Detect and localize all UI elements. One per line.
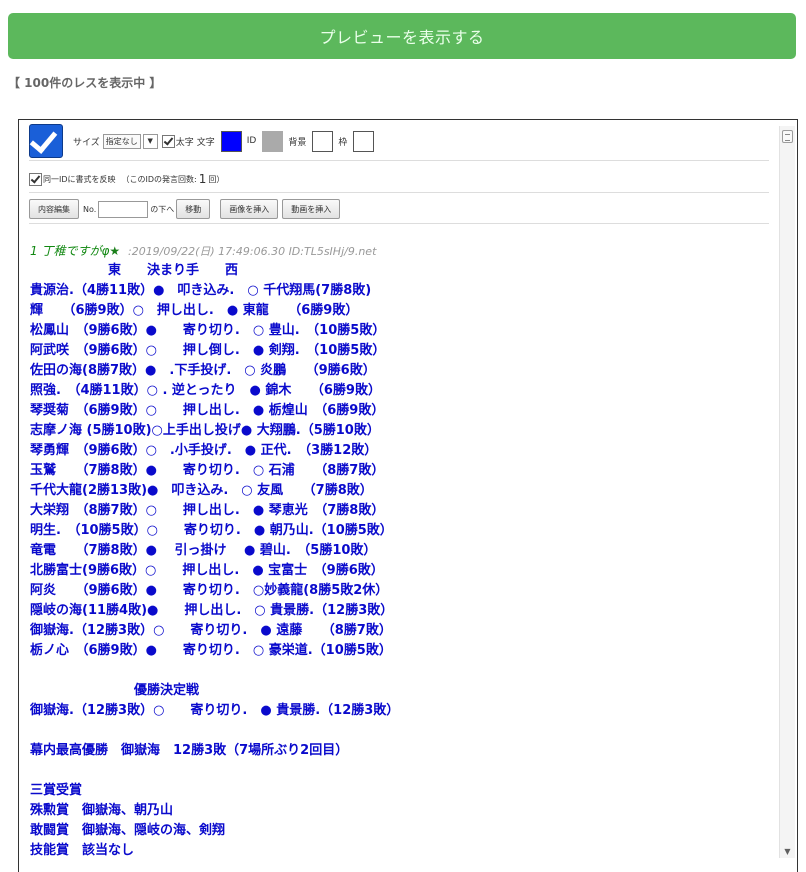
- bg-color-swatch[interactable]: [312, 130, 334, 152]
- same-id-label: 同一IDに書式を反映: [43, 174, 116, 184]
- post-number: 1: [30, 244, 38, 258]
- divider: [29, 160, 769, 161]
- post-count-suffix: 回）: [208, 174, 225, 184]
- post-count-prefix: （このIDの発言回数:: [121, 174, 197, 184]
- border-color-label: 枠: [338, 137, 348, 148]
- post-meta: :2019/09/22(日) 17:49:06.30 ID:TL5sIHj/9.…: [127, 245, 377, 258]
- post-line: 貴源治.（4勝11敗）● 叩き込み. ○ 千代翔馬(7勝8敗): [30, 283, 372, 298]
- post-line: 玉鷲 （7勝8敗）● 寄り切り. ○ 石浦 （8勝7敗）: [30, 463, 385, 478]
- post-line: 阿武咲 （9勝6敗）○ 押し倒し. ● 剣翔. （10勝5敗）: [30, 343, 386, 358]
- move-button[interactable]: 移動: [176, 199, 211, 219]
- vertical-scrollbar[interactable]: ▼: [779, 126, 795, 858]
- post-line: 琴勇輝 （9勝6敗）○ .小手投げ. ● 正代. （3勝12敗）: [30, 443, 378, 458]
- post-line: 千代大龍(2勝13敗)● 叩き込み. ○ 友風 （7勝8敗）: [30, 483, 373, 498]
- response-count: 【 100件のレスを表示中 】: [8, 76, 162, 90]
- char-color-label: 文字: [196, 137, 215, 148]
- editor-frame: サイズ 指定なし ▼ 太字 文字 ID 背景 枠 同一IDに書式を反映 （このI…: [18, 119, 798, 872]
- post-line: 三賞受賞: [30, 783, 83, 798]
- post-line: 竜電 （7勝8敗）● 引っ掛け ● 碧山. （5勝10敗）: [30, 543, 377, 558]
- size-select[interactable]: 指定なし: [102, 133, 141, 149]
- scroll-down-arrow-icon[interactable]: ▼: [780, 846, 795, 858]
- post-header: 1 丁稚ですがφ★ :2019/09/22(日) 17:49:06.30 ID:…: [30, 242, 376, 259]
- id-color-swatch[interactable]: [262, 130, 284, 152]
- post-count-value: 1: [198, 172, 207, 186]
- post-line: 優勝決定戦: [30, 683, 200, 698]
- same-id-checkbox[interactable]: [29, 172, 42, 186]
- border-color-swatch[interactable]: [353, 130, 375, 152]
- edit-content-button[interactable]: 内容編集: [29, 199, 79, 219]
- check-logo-icon: [29, 124, 63, 158]
- post-line: 東 決まり手 西: [30, 263, 239, 278]
- post-number-input[interactable]: [98, 200, 149, 218]
- divider: [29, 192, 769, 193]
- post-line: 北勝富士(9勝6敗）○ 押し出し. ● 宝富士 （9勝6敗）: [30, 563, 384, 578]
- post-line: 志摩ノ海 (5勝10敗)○上手出し投げ● 大翔鵬.（5勝10敗）: [30, 423, 380, 438]
- toolbar-row-1: サイズ 指定なし ▼ 太字 文字 ID 背景 枠: [29, 123, 769, 159]
- post-line: 御嶽海.（12勝3敗）○ 寄り切り. ● 遠藤 （8勝7敗）: [30, 623, 392, 638]
- char-color-swatch[interactable]: [220, 130, 242, 152]
- bold-label: 太字: [175, 137, 194, 148]
- post-line: 大栄翔 （8勝7敗）○ 押し出し. ● 琴恵光 （7勝8敗）: [30, 503, 385, 518]
- divider: [29, 223, 769, 224]
- toolbar-row-3: 内容編集 No. の下へ 移動 画像を挿入 動画を挿入: [29, 199, 344, 219]
- post-line: [30, 721, 399, 741]
- insert-image-button[interactable]: 画像を挿入: [220, 199, 279, 219]
- post-line: 殊勲賞 御嶽海、朝乃山: [30, 803, 174, 818]
- post-name: 丁稚ですがφ: [41, 244, 110, 258]
- post-line: 栃ノ心 （6勝9敗）● 寄り切り. ○ 豪栄道.（10勝5敗）: [30, 643, 392, 658]
- post-line: 御嶽海.（12勝3敗）○ 寄り切り. ● 貴景勝.（12勝3敗）: [30, 703, 400, 718]
- post-body: 東 決まり手 西貴源治.（4勝11敗）● 叩き込み. ○ 千代翔馬(7勝8敗) 輝…: [30, 261, 399, 861]
- size-label: サイズ: [73, 137, 100, 148]
- scroll-thumb[interactable]: [782, 130, 793, 143]
- post-line: 阿炎 （9勝6敗）● 寄り切り. ○妙義龍(8勝5敗2休）: [30, 583, 389, 598]
- post-line: 琴奨菊 （6勝9敗）○ 押し出し. ● 栃煌山 （6勝9敗）: [30, 403, 385, 418]
- post-line: 技能賞 該当なし: [30, 843, 135, 858]
- post-line: 敢闘賞 御嶽海、隠岐の海、剣翔: [30, 823, 226, 838]
- below-label: の下へ: [150, 204, 175, 214]
- star-icon: ★: [109, 244, 121, 258]
- post-line: 照強. （4勝11敗）○ . 逆とったり ● 錦木 （6勝9敗）: [30, 383, 381, 398]
- insert-video-button[interactable]: 動画を挿入: [282, 199, 341, 219]
- preview-button[interactable]: プレビューを表示する: [8, 13, 796, 59]
- id-color-label: ID: [246, 136, 257, 146]
- post-line: [30, 761, 399, 781]
- chevron-down-icon[interactable]: ▼: [142, 133, 158, 149]
- post-line: 隠岐の海(11勝4敗)● 押し出し. ○ 貴景勝.（12勝3敗）: [30, 603, 394, 618]
- no-label: No.: [83, 204, 97, 214]
- post-line: 幕内最高優勝 御嶽海 12勝3敗（7場所ぶり2回目）: [30, 743, 349, 758]
- post-line: 輝 （6勝9敗）○ 押し出し. ● 東龍 （6勝9敗）: [30, 303, 359, 318]
- post-line: 明生. （10勝5敗）○ 寄り切り. ● 朝乃山.（10勝5敗）: [30, 523, 393, 538]
- post-line: [30, 661, 399, 681]
- post-line: 松鳳山 （9勝6敗）● 寄り切り. ○ 豊山. （10勝5敗）: [30, 323, 386, 338]
- bold-checkbox[interactable]: [161, 134, 175, 148]
- bg-color-label: 背景: [288, 137, 307, 148]
- toolbar-row-2: 同一IDに書式を反映 （このIDの発言回数: 1 回）: [29, 170, 224, 188]
- post-line: 佐田の海(8勝7敗）● .下手投げ. ○ 炎鵬 （9勝6敗）: [30, 363, 376, 378]
